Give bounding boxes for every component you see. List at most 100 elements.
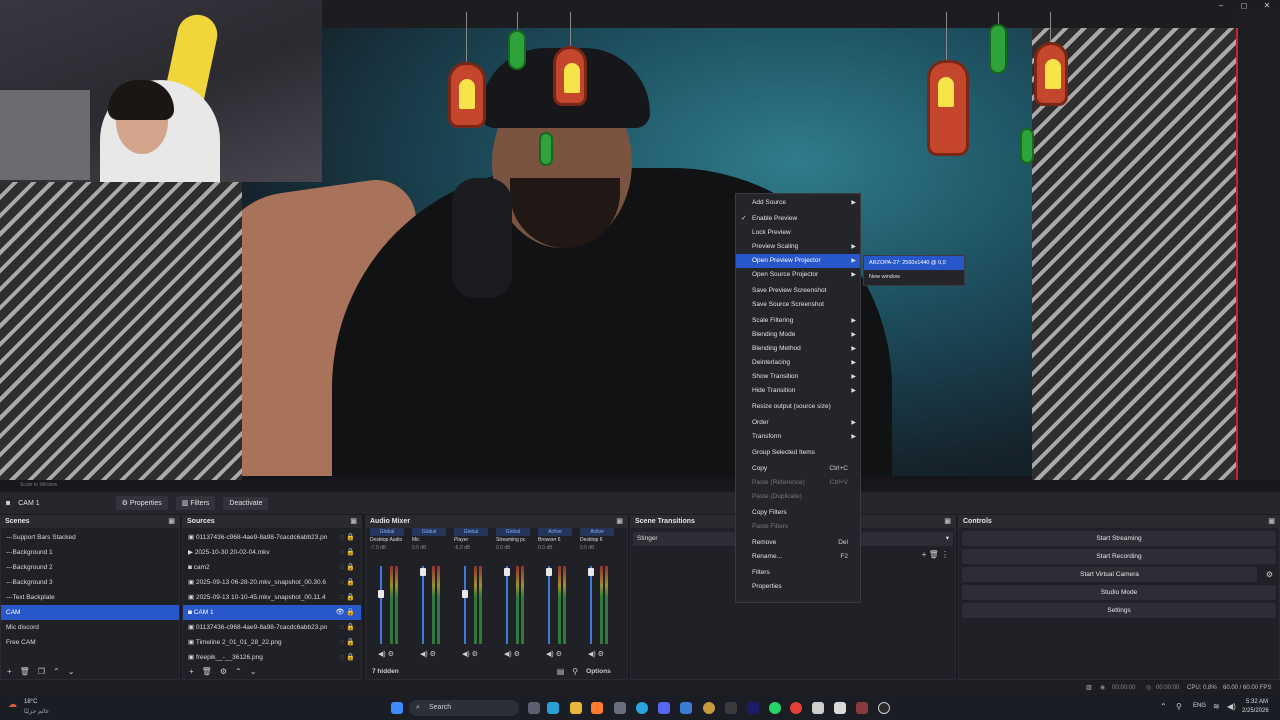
dock-float-icon[interactable]: ▣ <box>168 516 175 528</box>
hidden-count[interactable]: 7 hidden <box>372 668 399 675</box>
source-item[interactable]: ▣ Timeline 2_01_01_28_22.png ◌ 🔒 <box>183 635 361 650</box>
fader-knob[interactable] <box>420 568 426 576</box>
add-icon[interactable]: + <box>189 667 194 676</box>
firefox-icon[interactable] <box>591 702 603 714</box>
menu-resize-output[interactable]: Resize output (source size) <box>736 400 860 414</box>
minimize-icon[interactable]: – <box>1210 0 1232 12</box>
chrome-icon[interactable] <box>790 702 802 714</box>
source-item[interactable]: ▣ 2025-09-13 10-10-45.mkv_snapshot_00.11… <box>183 590 361 605</box>
menu-open-source-projector[interactable]: Open Source Projector ▶ <box>736 268 860 282</box>
menu-rename[interactable]: Rename... F2 <box>736 550 860 564</box>
speaker-gear-icons[interactable]: ◀) ⚙ <box>378 650 394 658</box>
speaker-gear-icons[interactable]: ◀) ⚙ <box>588 650 604 658</box>
menu-copy-filters[interactable]: Copy Filters <box>736 506 860 520</box>
menu-show-transition[interactable]: Show Transition ▶ <box>736 370 860 384</box>
visibility-lock-icons[interactable]: ◌ 🔒 <box>340 575 355 590</box>
app-icon[interactable] <box>812 702 824 714</box>
chevron-up-icon[interactable]: ⌃ <box>53 667 60 676</box>
speaker-gear-icons[interactable]: ◀) ⚙ <box>546 650 562 658</box>
webcam-overlay[interactable] <box>0 0 322 182</box>
list-icon[interactable]: ▤ <box>557 667 565 676</box>
dock-float-icon[interactable]: ▣ <box>1268 516 1275 528</box>
maximize-icon[interactable]: ◻ <box>1233 0 1255 12</box>
whatsapp-icon[interactable] <box>769 702 781 714</box>
transition-actions[interactable]: + 🗑 ⋮ <box>922 550 949 559</box>
menu-deinterlacing[interactable]: Deinterlacing ▶ <box>736 356 860 370</box>
fader-knob[interactable] <box>504 568 510 576</box>
gear-icon[interactable]: ⚙ <box>220 667 227 676</box>
menu-enable-preview[interactable]: ✓ Enable Preview <box>736 212 860 226</box>
options-button[interactable]: Options <box>586 668 611 675</box>
dock-float-icon[interactable]: ▣ <box>616 516 623 528</box>
taskbar-search[interactable]: ⌕ Search <box>409 700 519 716</box>
source-item[interactable]: ◙ cam2 ◌ 🔒 <box>183 560 361 575</box>
menu-add-source[interactable]: Add Source ▶ <box>736 196 860 210</box>
menu-filters[interactable]: Filters <box>736 566 860 580</box>
telegram-icon[interactable] <box>636 702 648 714</box>
visibility-lock-icons[interactable]: ◌ 🔒 <box>340 635 355 650</box>
tray-chevron-icon[interactable]: ⌃ <box>1160 702 1167 711</box>
menu-save-source-screenshot[interactable]: Save Source Screenshot <box>736 298 860 312</box>
menu-order[interactable]: Order ▶ <box>736 416 860 430</box>
trash-icon[interactable]: 🗑 <box>20 667 30 676</box>
menu-hide-transition[interactable]: Hide Transition ▶ <box>736 384 860 398</box>
chevron-down-icon[interactable]: ⌄ <box>68 667 75 676</box>
clock-time[interactable]: 5:32 AM <box>1246 699 1268 705</box>
fader-knob[interactable] <box>546 568 552 576</box>
volume-fader[interactable] <box>590 566 592 644</box>
edge-icon[interactable] <box>547 702 559 714</box>
dock-float-icon[interactable]: ▣ <box>944 516 951 528</box>
channel-name[interactable]: Desktop Audio <box>368 536 406 544</box>
scene-item[interactable]: Free CAM <box>1 635 179 650</box>
scene-item[interactable]: ---Background 3 <box>1 575 179 590</box>
start-recording-button[interactable]: Start Recording <box>962 549 1276 564</box>
filters-button[interactable]: ▥ Filters <box>175 496 216 510</box>
bluetooth-icon[interactable]: ⚲ <box>1176 702 1182 711</box>
deactivate-button[interactable]: Deactivate <box>223 496 269 510</box>
source-item[interactable]: ▣ 01137436-c968-4ae9-8a98-7cacdc6abb23.p… <box>183 530 361 545</box>
visibility-lock-icons[interactable]: ◌ 🔒 <box>340 530 355 545</box>
volume-icon[interactable]: ◀) <box>1227 702 1236 711</box>
channel-name[interactable]: Streaming pc <box>494 536 532 544</box>
weather-icon[interactable]: ☁ <box>8 699 17 710</box>
clock-date[interactable]: 2/25/2026 <box>1242 708 1269 714</box>
app-icon[interactable] <box>834 702 846 714</box>
file-explorer-icon[interactable] <box>570 702 582 714</box>
visibility-lock-icons[interactable]: ◌ 🔒 <box>340 620 355 635</box>
obs-icon[interactable] <box>878 702 890 714</box>
menu-blending-mode[interactable]: Blending Mode ▶ <box>736 328 860 342</box>
scene-item[interactable]: Mic discord <box>1 620 179 635</box>
volume-fader[interactable] <box>506 566 508 644</box>
start-virtual-camera-button[interactable]: Start Virtual Camera <box>962 567 1257 582</box>
speaker-gear-icons[interactable]: ◀) ⚙ <box>504 650 520 658</box>
close-icon[interactable]: ✕ <box>1256 0 1278 12</box>
menu-properties[interactable]: Properties <box>736 580 860 594</box>
source-item[interactable]: ▣ 01137436-c968-4ae9-8a98-7cacdc6abb23.p… <box>183 620 361 635</box>
menu-preview-scaling[interactable]: Preview Scaling ▶ <box>736 240 860 254</box>
app-icon[interactable] <box>614 702 626 714</box>
scene-item[interactable]: ---Text Backplate <box>1 590 179 605</box>
wifi-icon[interactable]: ≋ <box>1213 702 1220 711</box>
task-view-icon[interactable] <box>528 702 540 714</box>
channel-name[interactable]: Mic <box>410 536 448 544</box>
app-icon[interactable] <box>856 702 868 714</box>
menu-save-preview-screenshot[interactable]: Save Preview Screenshot <box>736 284 860 298</box>
fader-knob[interactable] <box>378 590 384 598</box>
discord-icon[interactable] <box>658 702 670 714</box>
link-icon[interactable]: ⚲ <box>572 667 578 676</box>
chevron-down-icon[interactable]: ⌄ <box>250 667 257 676</box>
scene-item[interactable]: ---Support Bars Stacked <box>1 530 179 545</box>
app-icon[interactable] <box>725 702 737 714</box>
speaker-gear-icons[interactable]: ◀) ⚙ <box>462 650 478 658</box>
menu-copy[interactable]: Copy Ctrl+C <box>736 462 860 476</box>
scene-item[interactable]: ---Background 1 <box>1 545 179 560</box>
gear-icon[interactable]: ⚙ <box>1266 570 1273 579</box>
properties-button[interactable]: ⚙ Properties <box>115 496 168 510</box>
menu-group-selected[interactable]: Group Selected Items <box>736 446 860 460</box>
channel-name[interactable]: Desktop 6 <box>578 536 616 544</box>
visibility-lock-icons[interactable]: ◌ 🔒 <box>340 560 355 575</box>
menu-open-preview-projector[interactable]: Open Preview Projector ▶ <box>736 254 860 268</box>
menu-lock-preview[interactable]: Lock Preview <box>736 226 860 240</box>
channel-name[interactable]: Browser 6 <box>536 536 574 544</box>
speaker-gear-icons[interactable]: ◀) ⚙ <box>420 650 436 658</box>
